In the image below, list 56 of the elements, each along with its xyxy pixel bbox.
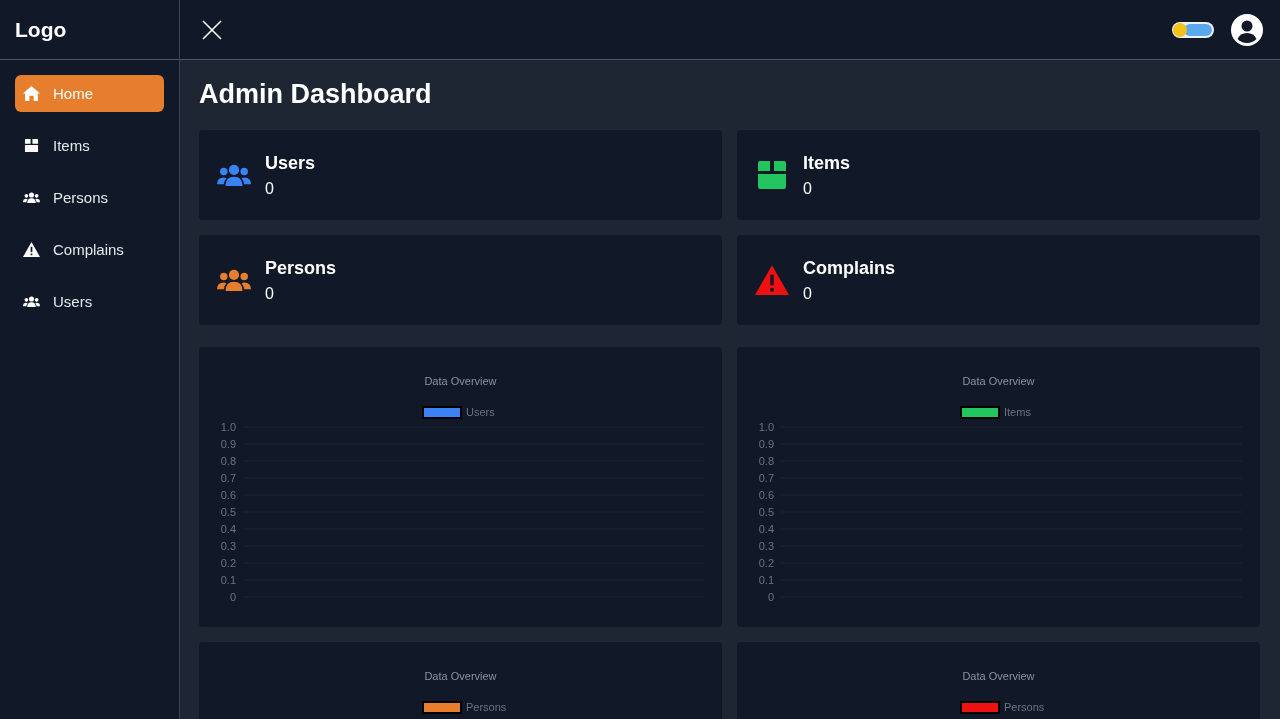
people-icon [217,163,251,187]
logo-text: Logo [15,17,67,42]
y-tick-label: 0 [767,591,774,603]
stat-label: Items [803,152,851,174]
legend-label: Users [466,406,496,418]
stat-label: Complains [803,257,895,279]
y-tick-label: 0.3 [758,540,774,552]
y-tick-label: 0.9 [758,438,774,450]
y-tick-label: 0.6 [220,489,236,501]
y-tick-label: 1.0 [758,421,774,433]
stat-label: Users [265,152,316,174]
y-tick-label: 0.7 [220,472,236,484]
legend-label: Items [1004,406,1032,418]
y-tick-label: 0.9 [220,438,236,450]
y-tick-label: 0.4 [758,523,774,535]
people-icon [23,294,40,309]
y-tick-label: 0 [229,591,236,603]
stat-value: 0 [265,179,275,198]
bar-chart: Data Overview Items 0 0.1 0.2 0.3 0.4 0.5 0.6 0.7 0.8 0.9 1.0 [737,347,1260,627]
chart-title: Data Overview [424,375,497,387]
stat-value: 0 [265,284,275,303]
sidebar-item[interactable]: Items [15,127,164,164]
bar-chart: Data Overview Users 0 0.1 0.2 0.3 0.4 0.5 0.6 0.7 0.8 0.9 1.0 [199,347,722,627]
warning-icon [23,242,40,257]
y-tick-label: 0.8 [220,455,236,467]
sidebar-item[interactable]: Persons [15,179,164,216]
y-tick-label: 0.3 [220,540,236,552]
y-tick-label: 1.0 [220,421,236,433]
y-tick-label: 0.5 [220,506,236,518]
home-icon [23,86,40,101]
y-tick-label: 0.4 [220,523,236,535]
close-button[interactable] [202,19,222,40]
chart-title: Data Overview [962,375,1035,387]
sidebar-item[interactable]: Users [15,283,164,320]
y-tick-label: 0.8 [758,455,774,467]
stat-value: 0 [803,179,813,198]
y-tick-label: 0.7 [758,472,774,484]
y-tick-label: 0.1 [758,574,774,586]
stat-value: 0 [803,284,813,303]
box-icon [755,159,789,191]
warning-icon [755,264,789,296]
theme-toggle-icon[interactable] [1172,21,1214,38]
chart-drawing: Data Overview Persons [199,642,722,719]
y-tick-label: 0.6 [758,489,774,501]
people-icon [217,268,251,292]
chart-drawing: Data Overview Persons [737,642,1260,719]
page-title: Admin Dashboard [199,79,433,110]
people-icon [23,190,40,205]
user-avatar-icon[interactable] [1231,13,1263,46]
y-tick-label: 0.5 [758,506,774,518]
y-tick-label: 0.2 [758,557,774,569]
y-tick-label: 0.1 [220,574,236,586]
box-icon [23,138,40,153]
sidebar-item[interactable]: Complains [15,231,164,268]
y-tick-label: 0.2 [220,557,236,569]
stat-label: Persons [265,257,337,279]
